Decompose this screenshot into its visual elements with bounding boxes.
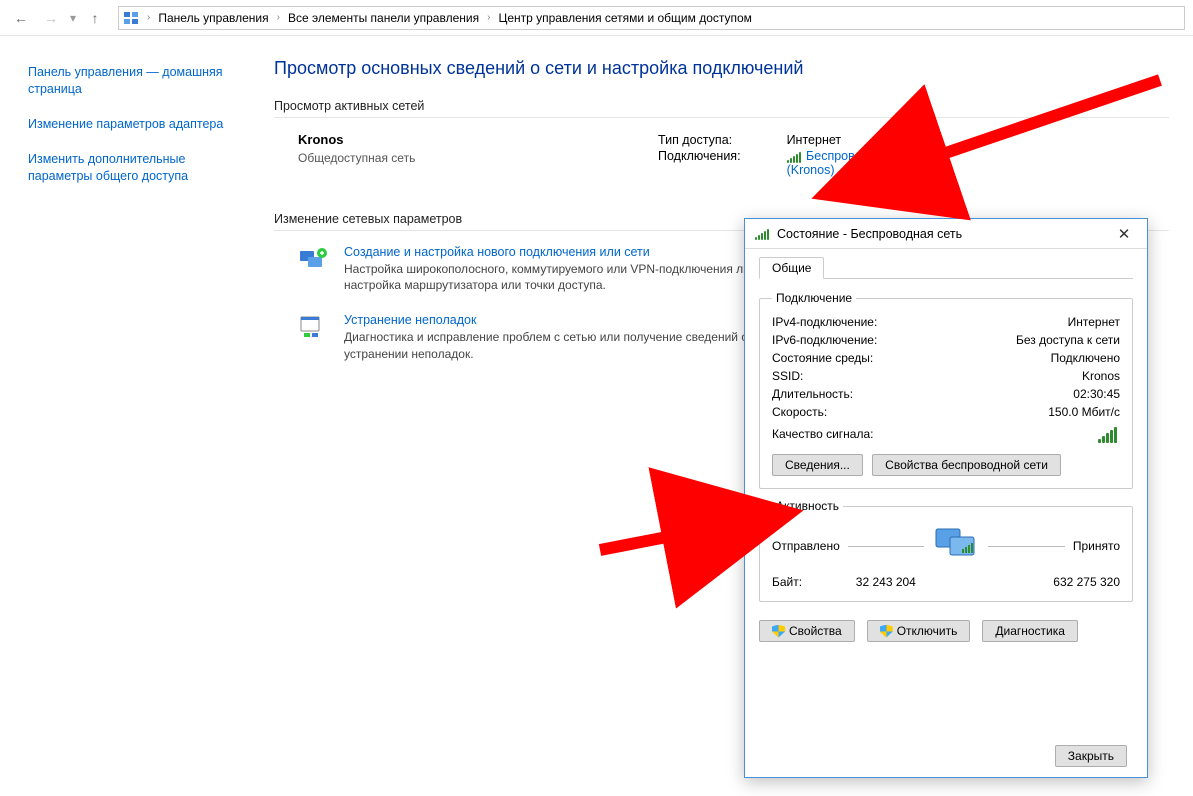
breadcrumb-l3[interactable]: Центр управления сетями и общим доступом (494, 11, 756, 25)
wifi-signal-icon (787, 151, 803, 163)
ipv6-value: Без доступа к сети (1016, 333, 1120, 347)
dialog-close-button[interactable]: ✕ (1107, 225, 1141, 243)
tab-general[interactable]: Общие (759, 257, 824, 279)
nav-dropdown-icon[interactable]: ▾ (70, 11, 76, 25)
nav-forward-button[interactable]: → (38, 5, 64, 31)
sidebar-home-link[interactable]: Панель управления — домашняя страница (28, 64, 228, 98)
connection-link[interactable]: Беспроводная сеть (Kronos) (787, 149, 918, 177)
connections-label: Подключения: (658, 148, 747, 178)
received-label: Принято (1073, 539, 1120, 553)
duration-value: 02:30:45 (1073, 387, 1120, 401)
disconnect-button[interactable]: Отключить (867, 620, 971, 642)
signal-quality-icon (1098, 427, 1120, 443)
chevron-right-icon: › (275, 12, 282, 23)
diagnostics-button[interactable]: Диагностика (982, 620, 1078, 642)
access-type-value: Интернет (747, 132, 924, 148)
connection-group: Подключение IPv4-подключение: Интернет IP… (759, 291, 1133, 489)
access-type-label: Тип доступа: (658, 132, 747, 148)
duration-label: Длительность: (772, 387, 853, 401)
activity-group: Активность Отправлено Принято Байт: 32 2… (759, 499, 1133, 602)
sidebar-adapter-link[interactable]: Изменение параметров адаптера (28, 116, 228, 133)
media-value: Подключено (1051, 351, 1120, 365)
troubleshoot-desc: Диагностика и исправление проблем с сеть… (344, 329, 784, 361)
activity-monitor-icon (932, 527, 980, 565)
bytes-label: Байт: (772, 575, 802, 589)
breadcrumb-root[interactable]: Панель управления (154, 11, 272, 25)
dialog-title: Состояние - Беспроводная сеть (777, 227, 1101, 241)
sent-bytes-value: 32 243 204 (856, 575, 916, 589)
received-bytes-value: 632 275 320 (1053, 575, 1120, 589)
ssid-label: SSID: (772, 369, 803, 383)
signal-quality-label: Качество сигнала: (772, 427, 873, 446)
new-connection-link[interactable]: Создание и настройка нового подключения … (344, 245, 650, 259)
sent-label: Отправлено (772, 539, 840, 553)
shield-icon (772, 625, 785, 638)
wifi-status-dialog: Состояние - Беспроводная сеть ✕ Общие По… (744, 218, 1148, 778)
new-connection-desc: Настройка широкополосного, коммутируемог… (344, 261, 784, 293)
ipv6-label: IPv6-подключение: (772, 333, 877, 347)
dialog-tabstrip: Общие (759, 257, 1133, 279)
breadcrumb-l2[interactable]: Все элементы панели управления (284, 11, 483, 25)
active-networks-heading: Просмотр активных сетей (274, 99, 1169, 113)
sidebar: Панель управления — домашняя страница Из… (0, 36, 240, 796)
new-connection-icon (298, 245, 330, 277)
nav-back-button[interactable]: ← (8, 5, 34, 31)
wifi-signal-icon (755, 228, 771, 240)
properties-button[interactable]: Свойства (759, 620, 855, 642)
close-button[interactable]: Закрыть (1055, 745, 1127, 767)
chevron-right-icon: › (145, 12, 152, 23)
activity-group-label: Активность (772, 499, 843, 513)
network-profile: Общедоступная сеть (298, 151, 598, 165)
ssid-value: Kronos (1082, 369, 1120, 383)
speed-value: 150.0 Мбит/с (1048, 405, 1120, 419)
troubleshoot-link[interactable]: Устранение неполадок (344, 313, 476, 327)
chevron-right-icon: › (485, 12, 492, 23)
details-button[interactable]: Сведения... (772, 454, 863, 476)
control-panel-icon (123, 10, 139, 26)
network-name: Kronos (298, 132, 344, 147)
breadcrumb[interactable]: › Панель управления › Все элементы панел… (118, 6, 1185, 30)
media-label: Состояние среды: (772, 351, 873, 365)
sidebar-sharing-link[interactable]: Изменить дополнительные параметры общего… (28, 151, 228, 185)
connection-group-label: Подключение (772, 291, 856, 305)
wireless-properties-button[interactable]: Свойства беспроводной сети (872, 454, 1061, 476)
ipv4-value: Интернет (1068, 315, 1120, 329)
shield-icon (880, 625, 893, 638)
address-bar: ← → ▾ ↑ › Панель управления › Все элемен… (0, 0, 1193, 36)
speed-label: Скорость: (772, 405, 827, 419)
ipv4-label: IPv4-подключение: (772, 315, 877, 329)
page-title: Просмотр основных сведений о сети и наст… (274, 58, 1169, 79)
nav-up-button[interactable]: ↑ (82, 5, 108, 31)
troubleshoot-icon (298, 313, 330, 345)
